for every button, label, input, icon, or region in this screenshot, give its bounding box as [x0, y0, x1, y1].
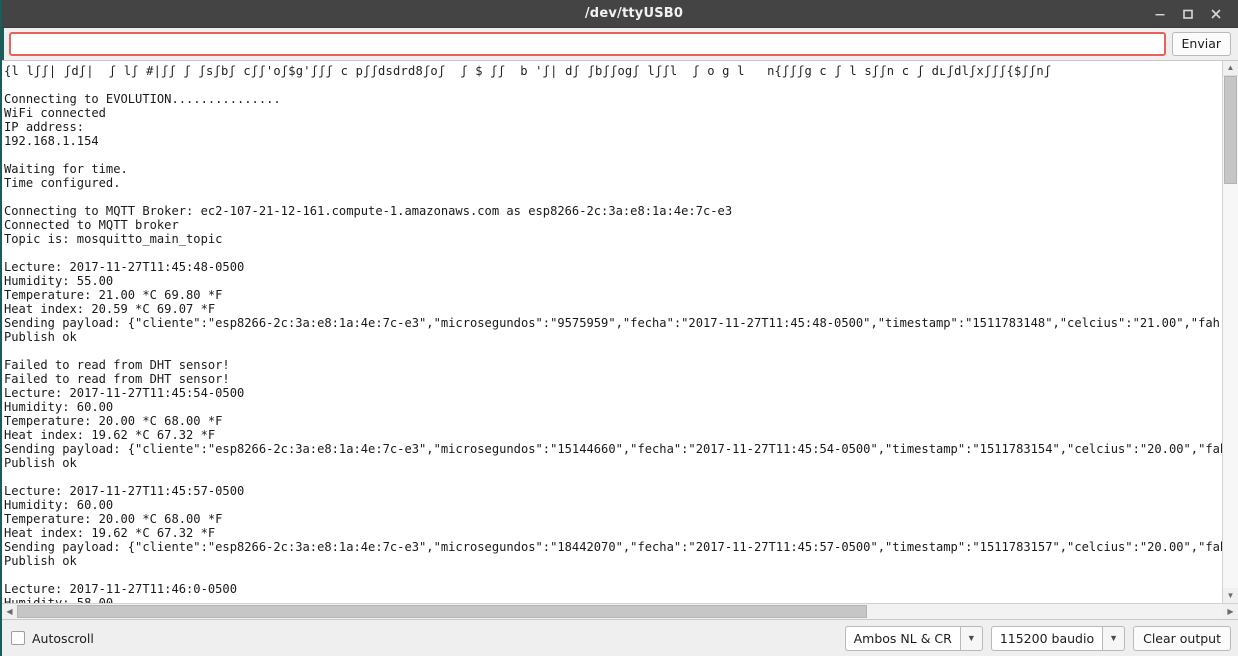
window-title: /dev/ttyUSB0 — [584, 6, 684, 21]
chevron-up-icon: ▲ — [1226, 63, 1235, 72]
console-vertical-scrollbar[interactable]: ▲ ▼ — [1222, 61, 1238, 603]
line-ending-select[interactable]: Ambos NL & CR ▼ — [844, 625, 983, 651]
console-line: Failed to read from DHT sensor! — [4, 358, 230, 372]
console-line: Temperature: 20.00 *C 68.00 *F — [4, 414, 223, 428]
console-line: Temperature: 20.00 *C 68.00 *F — [4, 512, 223, 526]
chevron-right-icon: ▶ — [1227, 606, 1234, 616]
send-button[interactable]: Enviar — [1171, 32, 1231, 56]
chevron-down-icon: ▼ — [1109, 632, 1119, 643]
scroll-right-button[interactable]: ▶ — [1223, 604, 1238, 619]
console-line: Sending payload: {"cliente":"esp8266-2c:… — [4, 442, 1222, 456]
console-line: Publish ok — [4, 330, 77, 344]
console-line: Time configured. — [4, 176, 121, 190]
console-line: Connected to MQTT broker — [4, 218, 179, 232]
chevron-left-icon: ◀ — [6, 606, 13, 616]
console-line: Lecture: 2017-11-27T11:45:48-0500 — [4, 260, 245, 274]
serial-console: {l lʃʃ| ʃdʃ| ʃ lʃ #|ʃʃ ʃ ʃsʃbʃ cʃʃ'oʃ$g'… — [2, 60, 1238, 620]
title-bar[interactable]: /dev/ttyUSB0 — [2, 0, 1238, 28]
console-line: Connecting to EVOLUTION............... — [4, 92, 281, 106]
scroll-left-button[interactable]: ◀ — [2, 604, 17, 619]
maximize-button[interactable] — [1174, 0, 1202, 28]
console-line: Humidity: 60.00 — [4, 400, 114, 414]
console-line: Temperature: 21.00 *C 69.80 *F — [4, 288, 223, 302]
console-line: Heat index: 19.62 *C 67.32 *F — [4, 428, 216, 442]
serial-send-input[interactable] — [9, 32, 1166, 56]
close-button[interactable] — [1202, 0, 1230, 28]
console-horizontal-scrollbar[interactable]: ◀ ▶ — [2, 603, 1238, 619]
vertical-scroll-track[interactable] — [1223, 76, 1238, 588]
chevron-down-icon: ▼ — [966, 632, 976, 643]
autoscroll-checkbox[interactable] — [11, 631, 25, 645]
console-line: 192.168.1.154 — [4, 134, 99, 148]
console-line: Humidity: 55.00 — [4, 274, 114, 288]
close-icon — [1211, 9, 1221, 18]
maximize-icon — [1183, 9, 1193, 19]
console-line: Failed to read from DHT sensor! — [4, 372, 230, 386]
window-controls — [1146, 0, 1238, 28]
scroll-up-button[interactable]: ▲ — [1223, 61, 1238, 76]
baud-rate-value: 115200 baudio — [990, 625, 1103, 651]
console-line: Lecture: 2017-11-27T11:46:0-0500 — [4, 582, 237, 596]
send-row: Enviar — [2, 28, 1238, 60]
console-line: Sending payload: {"cliente":"esp8266-2c:… — [4, 540, 1222, 554]
console-line: Sending payload: {"cliente":"esp8266-2c:… — [4, 316, 1222, 330]
baud-rate-dropdown-arrow[interactable]: ▼ — [1102, 625, 1126, 651]
serial-monitor-window: /dev/ttyUSB0 Enviar {l lʃʃ| ʃdʃ| ʃ lʃ #|… — [0, 0, 1238, 656]
console-line: Publish ok — [4, 456, 77, 470]
console-line: Humidity: 60.00 — [4, 498, 114, 512]
console-body: {l lʃʃ| ʃdʃ| ʃ lʃ #|ʃʃ ʃ ʃsʃbʃ cʃʃ'oʃ$g'… — [2, 61, 1238, 603]
chevron-down-icon: ▼ — [1226, 590, 1235, 600]
line-ending-dropdown-arrow[interactable]: ▼ — [959, 625, 983, 651]
vertical-scroll-thumb[interactable] — [1224, 76, 1237, 184]
console-line: Publish ok — [4, 554, 77, 568]
line-ending-value: Ambos NL & CR — [844, 625, 960, 651]
console-line: Waiting for time. — [4, 162, 128, 176]
console-line: Heat index: 19.62 *C 67.32 *F — [4, 526, 216, 540]
console-line: IP address: — [4, 120, 92, 134]
clear-output-button[interactable]: Clear output — [1133, 625, 1231, 651]
console-line: Connecting to MQTT Broker: ec2-107-21-12… — [4, 204, 733, 218]
bottom-toolbar: Autoscroll Ambos NL & CR ▼ 115200 baudio… — [2, 620, 1238, 656]
console-line: WiFi connected — [4, 106, 106, 120]
console-line: Lecture: 2017-11-27T11:45:54-0500 — [4, 386, 245, 400]
console-line: {l lʃʃ| ʃdʃ| ʃ lʃ #|ʃʃ ʃ ʃsʃbʃ cʃʃ'oʃ$g'… — [4, 64, 1052, 78]
console-line: Heat index: 20.59 *C 69.07 *F — [4, 302, 216, 316]
autoscroll-toggle[interactable]: Autoscroll — [11, 631, 94, 646]
scroll-down-button[interactable]: ▼ — [1223, 588, 1238, 603]
minimize-icon — [1155, 13, 1165, 15]
minimize-button[interactable] — [1146, 0, 1174, 28]
horizontal-scroll-track[interactable] — [17, 604, 1223, 619]
console-line: Lecture: 2017-11-27T11:45:57-0500 — [4, 484, 245, 498]
console-line: Topic is: mosquitto_main_topic — [4, 232, 223, 246]
console-line: Humidity: 58.00 — [4, 596, 114, 603]
autoscroll-label: Autoscroll — [32, 630, 94, 646]
horizontal-scroll-thumb[interactable] — [17, 605, 868, 618]
baud-rate-select[interactable]: 115200 baudio ▼ — [990, 625, 1126, 651]
console-output[interactable]: {l lʃʃ| ʃdʃ| ʃ lʃ #|ʃʃ ʃ ʃsʃbʃ cʃʃ'oʃ$g'… — [2, 61, 1222, 603]
